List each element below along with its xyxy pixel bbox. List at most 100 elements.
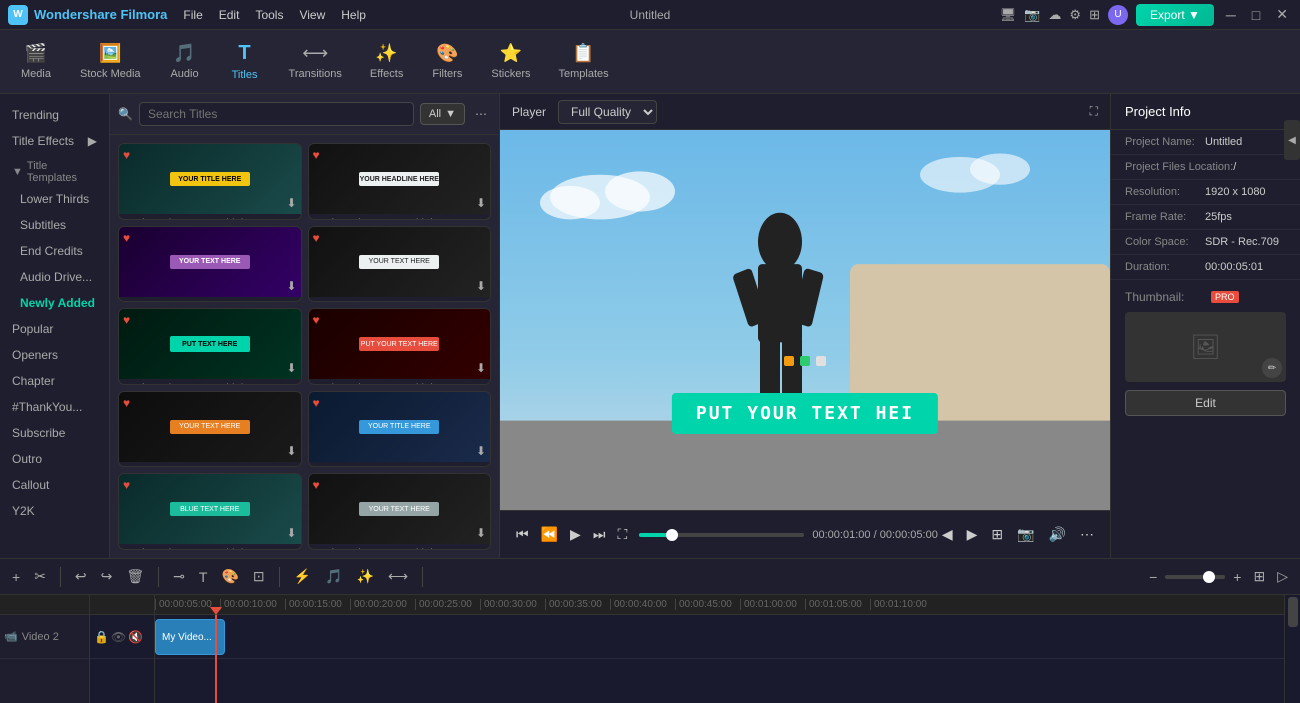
step-back-button[interactable]: ⏮	[512, 522, 533, 547]
title-card[interactable]: ♥ PUT YOUR TEXT HERE ⬇ Modern Clean Lowe…	[308, 308, 492, 385]
menu-edit[interactable]: Edit	[219, 8, 240, 22]
close-button[interactable]: ✕	[1272, 6, 1292, 23]
timeline-crop-button[interactable]: ⊡	[249, 566, 269, 587]
player-expand-icon[interactable]: ⛶	[1090, 104, 1098, 119]
download-icon[interactable]: ⬇	[476, 361, 486, 375]
timeline-transition-button[interactable]: ⟷	[384, 566, 412, 587]
scrollbar-thumb[interactable]	[1288, 597, 1298, 627]
menu-tools[interactable]: Tools	[255, 8, 283, 22]
sidebar-item-callout[interactable]: Callout	[0, 472, 109, 498]
toolbar-media[interactable]: 🎬 Media	[8, 37, 64, 86]
play-button[interactable]: ▶	[566, 522, 585, 547]
snapshot-button[interactable]: 📷	[1013, 522, 1038, 547]
title-card[interactable]: ♥ YOUR HEADLINE HERE ⬇ Modern Clean Lowe…	[308, 143, 492, 220]
title-card[interactable]: ♥ YOUR TEXT HERE ⬇ Modern Clean Lower Th…	[118, 391, 302, 468]
timeline-grid-button[interactable]: ⊞	[1249, 566, 1269, 587]
sidebar-item-chapter[interactable]: Chapter	[0, 368, 109, 394]
clip-options-button[interactable]: ⊞	[987, 522, 1007, 547]
toolbar-stock-media[interactable]: 🖼️ Stock Media	[68, 37, 153, 86]
timeline-audio-button[interactable]: 🎵	[321, 566, 346, 587]
track-visible-button[interactable]: 👁	[111, 630, 126, 644]
quality-select[interactable]: Full Quality	[558, 100, 657, 124]
timeline-more-button[interactable]: ▷	[1273, 566, 1292, 587]
prev-frame-button[interactable]: ◀	[938, 522, 957, 547]
maximize-button[interactable]: □	[1248, 7, 1264, 23]
user-avatar[interactable]: U	[1108, 5, 1128, 25]
sidebar-title-templates-header[interactable]: ▼ Title Templates	[0, 154, 109, 186]
download-icon[interactable]: ⬇	[476, 279, 486, 293]
toolbar-effects[interactable]: ✨ Effects	[358, 37, 415, 86]
menu-view[interactable]: View	[299, 8, 325, 22]
timeline-speed-button[interactable]: ⚡	[290, 566, 315, 587]
track-name-video2: Video 2	[22, 631, 59, 643]
toolbar-transitions[interactable]: ⟷ Transitions	[277, 37, 354, 86]
sidebar-item-thankyou[interactable]: #ThankYou...	[0, 394, 109, 420]
track-mute-button[interactable]: 🔇	[128, 630, 143, 644]
timeline-delete-button[interactable]: 🗑	[122, 566, 148, 587]
download-icon[interactable]: ⬇	[286, 444, 296, 458]
rewind-button[interactable]: ⏪	[537, 522, 562, 547]
download-icon[interactable]: ⬇	[286, 361, 296, 375]
title-card[interactable]: ♥ PUT TEXT HERE ⬇ Modern Clean Lower Thi…	[118, 308, 302, 385]
edit-button[interactable]: Edit	[1125, 390, 1286, 416]
filter-button[interactable]: All ▼	[420, 103, 465, 125]
timeline-effects-button[interactable]: ✨	[353, 566, 378, 587]
sidebar-item-openers[interactable]: Openers	[0, 342, 109, 368]
timeline-scrollbar[interactable]	[1284, 595, 1300, 703]
sidebar-item-subscribe[interactable]: Subscribe	[0, 420, 109, 446]
timeline-redo-button[interactable]: ↪	[97, 566, 117, 587]
timeline-color-button[interactable]: 🎨	[217, 566, 242, 587]
sidebar-item-subtitles[interactable]: Subtitles	[0, 212, 109, 238]
sidebar-item-lower-thirds[interactable]: Lower Thirds	[0, 186, 109, 212]
zoom-slider[interactable]	[1165, 575, 1225, 579]
title-card[interactable]: ♥ YOUR TEXT HERE ⬇ Modern Clean Lower Th…	[308, 226, 492, 303]
timeline-undo-button[interactable]: ↩	[71, 566, 91, 587]
toolbar-filters[interactable]: 🎨 Filters	[419, 37, 475, 86]
audio-button[interactable]: 🔊	[1045, 522, 1070, 547]
fullscreen-button[interactable]: ⛶	[613, 522, 631, 547]
toolbar-templates[interactable]: 📋 Templates	[546, 37, 620, 86]
menu-help[interactable]: Help	[341, 8, 366, 22]
sidebar-item-newly-added[interactable]: Newly Added	[0, 290, 109, 316]
sidebar-item-y2k[interactable]: Y2K	[0, 498, 109, 524]
sidebar-item-trending[interactable]: Trending	[0, 102, 109, 128]
title-card[interactable]: ♥ YOUR TEXT HERE ⬇ Modern Clean Lower Th…	[118, 226, 302, 303]
edit-thumbnail-icon[interactable]: ✏	[1262, 358, 1282, 378]
next-frame-button[interactable]: ▶	[963, 522, 982, 547]
sidebar-item-title-effects[interactable]: Title Effects ▶	[0, 128, 109, 154]
toolbar-titles[interactable]: T Titles	[217, 36, 273, 87]
sidebar-item-outro[interactable]: Outro	[0, 446, 109, 472]
toolbar-stickers[interactable]: ⭐ Stickers	[479, 37, 542, 86]
download-icon[interactable]: ⬇	[476, 196, 486, 210]
download-icon[interactable]: ⬇	[286, 196, 296, 210]
timeline-split-button[interactable]: ⊸	[169, 566, 189, 587]
more-options-icon[interactable]: ⋯	[471, 103, 491, 125]
timeline-add-track-button[interactable]: +	[8, 567, 24, 587]
timeline-text-button[interactable]: T	[195, 567, 212, 587]
toolbar-audio[interactable]: 🎵 Audio	[157, 37, 213, 86]
title-card[interactable]: ♥ YOUR TITLE HERE ⬇ Modern Clean Lower T…	[118, 143, 302, 220]
export-button[interactable]: Export ▼	[1136, 4, 1214, 26]
progress-bar[interactable]	[639, 533, 804, 537]
title-card[interactable]: ♥ YOUR TITLE HERE ⬇ Modern Clean Lower T…	[308, 391, 492, 468]
search-input[interactable]	[139, 102, 414, 126]
more-button[interactable]: ⋯	[1076, 522, 1098, 547]
playhead[interactable]	[215, 615, 217, 703]
zoom-in-button[interactable]: +	[1229, 567, 1245, 587]
title-card[interactable]: ♥ BLUE TEXT HERE ⬇ Modern Clean Lower Th…	[118, 473, 302, 550]
minimize-button[interactable]: ─	[1222, 7, 1240, 23]
download-icon[interactable]: ⬇	[286, 526, 296, 540]
menu-file[interactable]: File	[183, 8, 202, 22]
zoom-out-button[interactable]: −	[1145, 567, 1161, 587]
sidebar-item-popular[interactable]: Popular	[0, 316, 109, 342]
progress-thumb[interactable]	[666, 529, 678, 541]
title-card[interactable]: ♥ YOUR TEXT HERE ⬇ Modern Clean Lower Th…	[308, 473, 492, 550]
download-icon[interactable]: ⬇	[476, 444, 486, 458]
timeline-cut-button[interactable]: ✂	[30, 566, 50, 587]
sidebar-item-end-credits[interactable]: End Credits	[0, 238, 109, 264]
download-icon[interactable]: ⬇	[286, 279, 296, 293]
sidebar-item-audio-driven[interactable]: Audio Drive...	[0, 264, 109, 290]
step-forward-button[interactable]: ⏭	[589, 522, 610, 547]
download-icon[interactable]: ⬇	[476, 526, 486, 540]
track-lock-button[interactable]: 🔒	[94, 630, 109, 644]
